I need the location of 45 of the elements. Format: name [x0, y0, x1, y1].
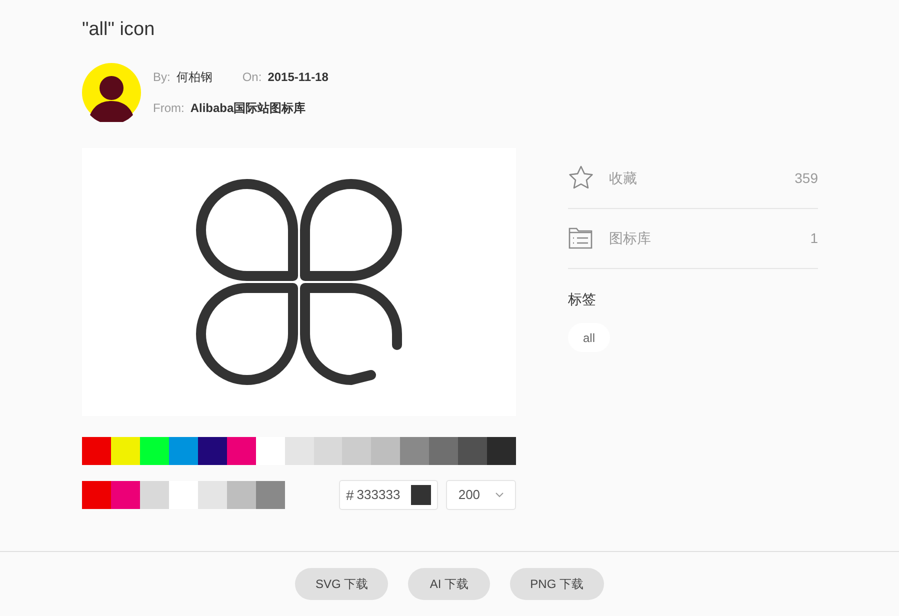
date-label: On:: [242, 69, 262, 86]
stat-count: 359: [794, 168, 818, 188]
color-swatch[interactable]: [140, 481, 169, 509]
tag-chip[interactable]: all: [568, 323, 610, 352]
color-swatch[interactable]: [140, 437, 169, 465]
color-swatch[interactable]: [198, 437, 227, 465]
from-label: From:: [153, 100, 184, 117]
color-swatch[interactable]: [227, 481, 256, 509]
color-input[interactable]: # 333333: [339, 480, 438, 510]
page-title: "all" icon: [82, 18, 156, 42]
color-swatch[interactable]: [371, 437, 400, 465]
color-swatch[interactable]: [342, 437, 372, 465]
color-swatch[interactable]: [256, 481, 285, 509]
author-name: 何柏钢: [176, 69, 212, 86]
color-swatch[interactable]: [314, 437, 342, 465]
color-swatch[interactable]: [168, 437, 198, 465]
color-swatch[interactable]: [169, 481, 198, 509]
color-swatch[interactable]: [429, 437, 458, 465]
download-button[interactable]: PNG 下载: [510, 568, 604, 600]
clover-icon: [196, 179, 402, 385]
stat-label: 图标库: [609, 228, 651, 248]
stat-count: 1: [810, 228, 818, 248]
chevron-down-icon: [495, 492, 504, 498]
color-swatch[interactable]: [458, 437, 488, 465]
download-button[interactable]: AI 下载: [408, 568, 490, 600]
source-link[interactable]: Alibaba国际站图标库: [190, 99, 306, 117]
avatar: [82, 63, 141, 122]
date: 2015-11-18: [268, 69, 328, 86]
color-swatch[interactable]: [284, 437, 314, 465]
size-select[interactable]: 200: [446, 480, 516, 510]
stat-label: 收藏: [609, 168, 637, 188]
color-swatch[interactable]: [487, 437, 516, 465]
download-button[interactable]: SVG 下载: [295, 568, 388, 600]
color-swatch[interactable]: [110, 437, 140, 465]
color-swatch[interactable]: [111, 481, 140, 509]
tags-heading: 标签: [568, 290, 597, 309]
star-icon: [568, 165, 594, 191]
color-swatch[interactable]: [256, 437, 285, 465]
by-label: By:: [153, 69, 170, 86]
color-swatch[interactable]: [82, 481, 111, 509]
color-swatch[interactable]: [400, 437, 430, 465]
color-swatch[interactable]: [198, 481, 227, 509]
color-swatch[interactable]: [82, 437, 111, 465]
color-swatch[interactable]: [226, 437, 256, 465]
folder-list-icon: [568, 226, 594, 250]
